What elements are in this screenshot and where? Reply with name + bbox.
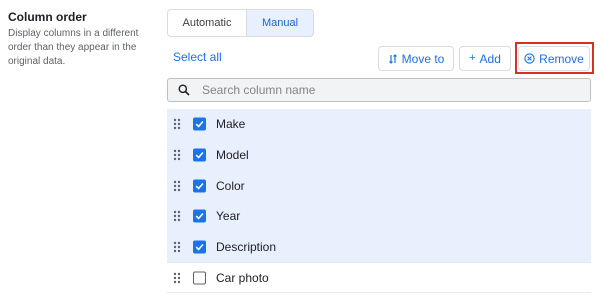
column-row[interactable]: Description <box>167 231 591 263</box>
move-to-button[interactable]: Move to <box>378 46 454 71</box>
checkmark-icon <box>195 182 204 190</box>
column-label: Year <box>216 209 241 224</box>
search-icon <box>178 84 190 96</box>
checkmark-icon <box>195 213 204 221</box>
mode-toggle: Automatic Manual <box>167 9 314 37</box>
checkmark-icon <box>195 121 204 129</box>
column-label: Make <box>216 117 246 132</box>
column-checkbox[interactable] <box>193 271 206 285</box>
drag-handle-icon[interactable] <box>173 180 181 192</box>
column-label: Color <box>216 178 245 193</box>
drag-handle-icon[interactable] <box>173 241 181 253</box>
add-label: Add <box>479 51 501 66</box>
add-button[interactable]: + Add <box>459 46 511 71</box>
plus-icon: + <box>469 52 476 64</box>
checkmark-icon <box>195 152 204 159</box>
column-row[interactable]: Model <box>167 139 591 171</box>
remove-circle-icon <box>524 53 535 64</box>
column-checkbox[interactable] <box>193 240 206 254</box>
column-checkbox[interactable] <box>193 148 206 162</box>
move-to-label: Move to <box>401 51 445 66</box>
swap-vertical-icon <box>388 53 397 64</box>
column-list: Make Model Color Year Description Car photo <box>167 109 591 294</box>
remove-label: Remove <box>539 51 584 66</box>
search-bar <box>167 78 591 102</box>
manual-mode-button[interactable]: Manual <box>247 9 314 37</box>
column-checkbox[interactable] <box>193 179 206 193</box>
column-row[interactable]: Car photo <box>167 262 591 294</box>
column-checkbox[interactable] <box>193 117 206 131</box>
column-order-section: Column order Display columns in a differ… <box>8 10 160 69</box>
column-row[interactable]: Year <box>167 201 591 232</box>
column-label: Description <box>216 240 277 255</box>
column-checkbox[interactable] <box>193 209 206 223</box>
column-row[interactable]: Make <box>167 109 591 140</box>
checkmark-icon <box>195 244 204 251</box>
automatic-mode-button[interactable]: Automatic <box>167 9 247 37</box>
select-all-link[interactable]: Select all <box>173 50 222 64</box>
section-description: Display columns in a different order tha… <box>8 28 139 67</box>
column-label: Car photo <box>216 270 269 285</box>
search-input[interactable] <box>200 82 564 98</box>
drag-handle-icon[interactable] <box>173 149 181 161</box>
column-label: Model <box>216 148 249 163</box>
drag-handle-icon[interactable] <box>173 272 181 284</box>
drag-handle-icon[interactable] <box>173 118 181 130</box>
section-title: Column order <box>8 10 87 24</box>
drag-handle-icon[interactable] <box>173 210 181 222</box>
remove-button[interactable]: Remove <box>518 46 590 71</box>
column-row[interactable]: Color <box>167 170 591 202</box>
